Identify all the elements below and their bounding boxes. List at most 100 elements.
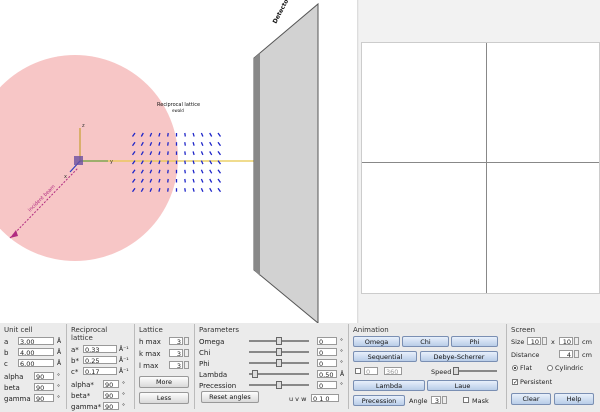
size-width-spinner[interactable] (542, 337, 547, 345)
cylindric-radio[interactable] (547, 365, 553, 371)
k-max-label: k max (139, 350, 161, 358)
k-max-field[interactable]: 3 (169, 349, 183, 357)
h-max-spinner[interactable] (184, 337, 189, 345)
axis-z-label: z (82, 123, 85, 129)
animate-chi-button[interactable]: Chi (402, 336, 449, 347)
lattice-point (209, 187, 213, 193)
range-to-field[interactable]: 360 (384, 367, 402, 375)
speed-slider-knob[interactable] (453, 367, 459, 375)
chi-field[interactable]: 0 (317, 348, 337, 356)
b-label: b (4, 349, 9, 357)
phi-slider[interactable] (249, 359, 309, 367)
lattice-point (192, 151, 195, 156)
lattice-point (184, 151, 186, 155)
chi-slider[interactable] (249, 348, 309, 356)
lattice-point (217, 132, 222, 137)
omega-slider-knob[interactable] (276, 337, 282, 345)
precession-animation-button[interactable]: Precession (353, 395, 405, 406)
lattice-point (217, 169, 222, 174)
animation-panel: Animation Omega Chi Phi Sequential Debye… (348, 324, 506, 409)
a-field[interactable]: 3.00 (18, 337, 54, 345)
mask-checkbox[interactable] (463, 397, 469, 403)
animate-phi-button[interactable]: Phi (451, 336, 498, 347)
omega-field[interactable]: 0 (317, 337, 337, 345)
beta-star-unit: ° (122, 392, 125, 399)
c-unit: Å (57, 360, 62, 367)
range-checkbox[interactable] (355, 368, 361, 374)
lattice-panel: Lattice h max 3 k max 3 l max 3 More Less (134, 324, 194, 409)
unit-cell-panel: Unit cell a 3.00 Å b 4.00 Å c 6.00 Å alpha 90 ° … (0, 324, 66, 409)
reset-angles-button[interactable]: Reset angles (201, 391, 259, 403)
lattice-point (200, 141, 204, 146)
l-max-field[interactable]: 3 (169, 361, 183, 369)
a-unit: Å (57, 338, 62, 345)
c-field[interactable]: 6.00 (18, 359, 54, 367)
laue-button[interactable]: Laue (427, 380, 498, 391)
lambda-label: Lambda (199, 371, 228, 379)
precession-field[interactable]: 0 (317, 381, 337, 389)
size-height-field[interactable]: 10 (559, 337, 573, 345)
size-height-spinner[interactable] (574, 337, 579, 345)
lambda-slider-knob[interactable] (251, 370, 258, 378)
sequential-button[interactable]: Sequential (353, 351, 417, 362)
gamma-unit: ° (57, 395, 60, 402)
help-button[interactable]: Help (554, 393, 594, 405)
detector-screen-plane (253, 2, 319, 323)
detector-horizontal-axis (362, 162, 599, 163)
range-from-field[interactable]: 0 (364, 367, 378, 375)
b-field[interactable]: 4.00 (18, 348, 54, 356)
omega-slider[interactable] (249, 337, 309, 345)
k-max-spinner[interactable] (184, 349, 189, 357)
precession-slider-knob[interactable] (276, 381, 282, 389)
animate-omega-button[interactable]: Omega (353, 336, 400, 347)
chi-unit: ° (340, 349, 343, 356)
lattice-point (200, 132, 204, 137)
alpha-unit: ° (57, 373, 60, 380)
persistent-checkbox[interactable]: ✓ (512, 379, 518, 386)
axis-y-label: y (110, 159, 113, 165)
chi-slider-knob[interactable] (276, 348, 282, 356)
lattice-point (167, 142, 169, 146)
parameters-panel: Parameters Omega 0 ° Chi 0 ° Phi 0 ° Lambda 0.5… (194, 324, 348, 409)
lambda-animation-button[interactable]: Lambda (353, 380, 425, 391)
flat-label: Flat (520, 364, 533, 372)
debye-scherrer-button[interactable]: Debye-Scherrer (420, 351, 498, 362)
lattice-point (167, 151, 169, 155)
detector-view[interactable] (359, 0, 600, 323)
c-star-unit: Å⁻¹ (119, 368, 129, 375)
lattice-point (167, 160, 169, 165)
h-max-label: h max (139, 338, 161, 346)
gamma-star-label: gamma* (71, 403, 102, 411)
distance-spinner[interactable] (574, 350, 579, 358)
distance-field[interactable]: 4 (559, 350, 573, 358)
angle-field[interactable]: 3 (431, 396, 441, 404)
less-button[interactable]: Less (139, 392, 189, 404)
more-button[interactable]: More (139, 376, 189, 388)
c-star-field: 0.17 (83, 367, 117, 375)
speed-slider[interactable] (453, 367, 497, 375)
beta-unit: ° (57, 384, 60, 391)
gamma-field[interactable]: 90 (34, 394, 54, 402)
b-star-unit: Å⁻¹ (119, 357, 129, 364)
size-unit: cm (582, 338, 592, 346)
h-max-field[interactable]: 3 (169, 337, 183, 345)
b-star-field: 0.25 (83, 356, 117, 364)
ewald-scene-view[interactable]: incident beam y z x Reciprocal lattice e… (0, 0, 358, 323)
lambda-slider[interactable] (249, 370, 309, 378)
angle-spinner[interactable] (442, 396, 447, 404)
precession-slider[interactable] (249, 381, 309, 389)
uvw-field[interactable]: 0 1 0 (311, 394, 339, 402)
alpha-field[interactable]: 90 (34, 372, 54, 380)
lattice-sub-label: ewald (172, 108, 184, 113)
lattice-point (167, 169, 169, 174)
lambda-field[interactable]: 0.50 (317, 370, 337, 378)
l-max-spinner[interactable] (184, 361, 189, 369)
beta-field[interactable]: 90 (34, 383, 54, 391)
lattice-point (184, 169, 186, 174)
size-width-field[interactable]: 10 (527, 337, 541, 345)
clear-button[interactable]: Clear (511, 393, 551, 405)
flat-radio[interactable] (512, 365, 518, 371)
lambda-unit: Å (340, 371, 345, 378)
phi-slider-knob[interactable] (276, 359, 282, 367)
phi-field[interactable]: 0 (317, 359, 337, 367)
